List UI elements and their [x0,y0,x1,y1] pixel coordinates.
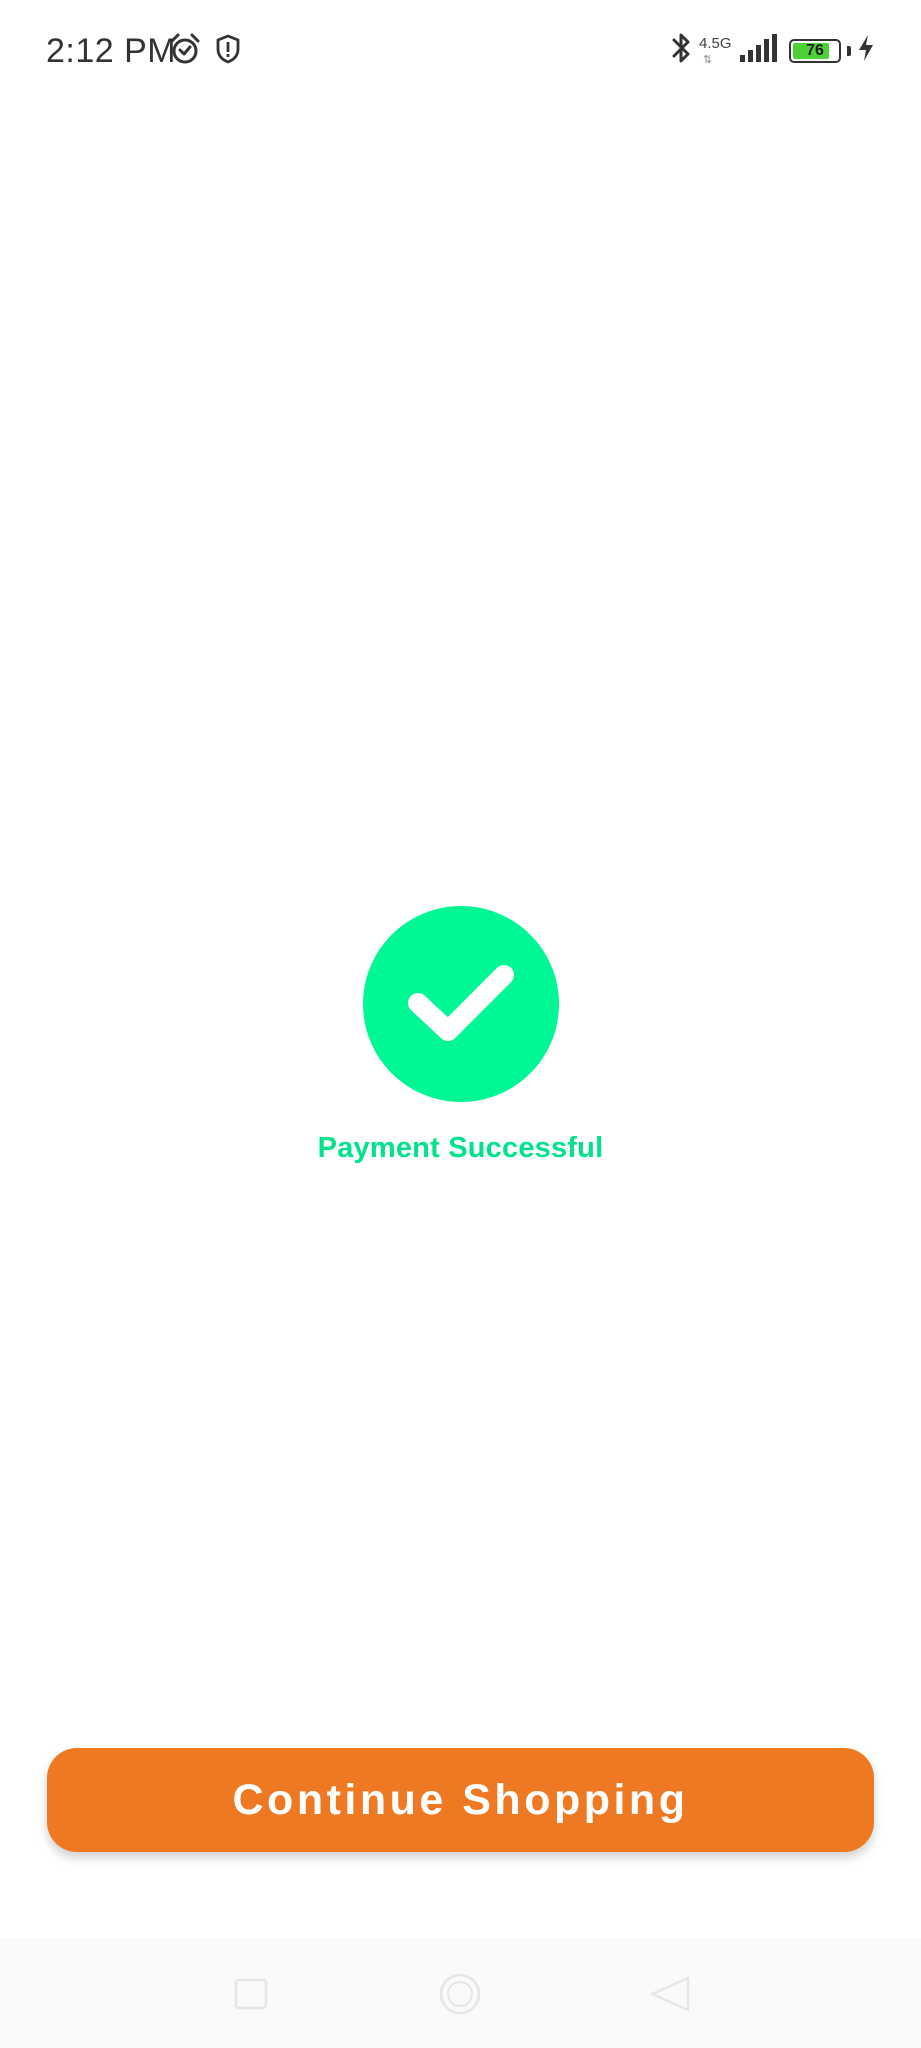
navigation-bar [0,1938,921,2048]
payment-success-panel: Payment Successful [0,906,921,1165]
checkmark-icon [406,957,516,1052]
charging-icon [857,34,875,67]
data-arrows-icon: ⇅ [703,53,713,66]
status-right: 4.5G ⇅ 76 [669,30,875,71]
success-badge [362,906,559,1102]
shield-icon [214,33,242,70]
back-icon[interactable] [648,1972,692,2016]
recent-apps-icon[interactable] [230,1972,274,2016]
home-icon[interactable] [438,1972,482,2016]
network-type: 4.5G ⇅ [699,34,732,66]
success-message: Payment Successful [317,1132,604,1164]
status-bar: 2:12 PM 4.5G ⇅ 76 [0,0,921,104]
battery-icon: 76 [789,38,841,63]
signal-icon [739,33,777,68]
bluetooth-icon [669,30,693,71]
battery-tip [847,45,851,56]
alarm-icon [168,32,202,71]
continue-shopping-button[interactable]: Continue Shopping [47,1748,874,1852]
status-time: 2:12 PM [46,32,177,70]
status-left-icons [168,32,242,71]
